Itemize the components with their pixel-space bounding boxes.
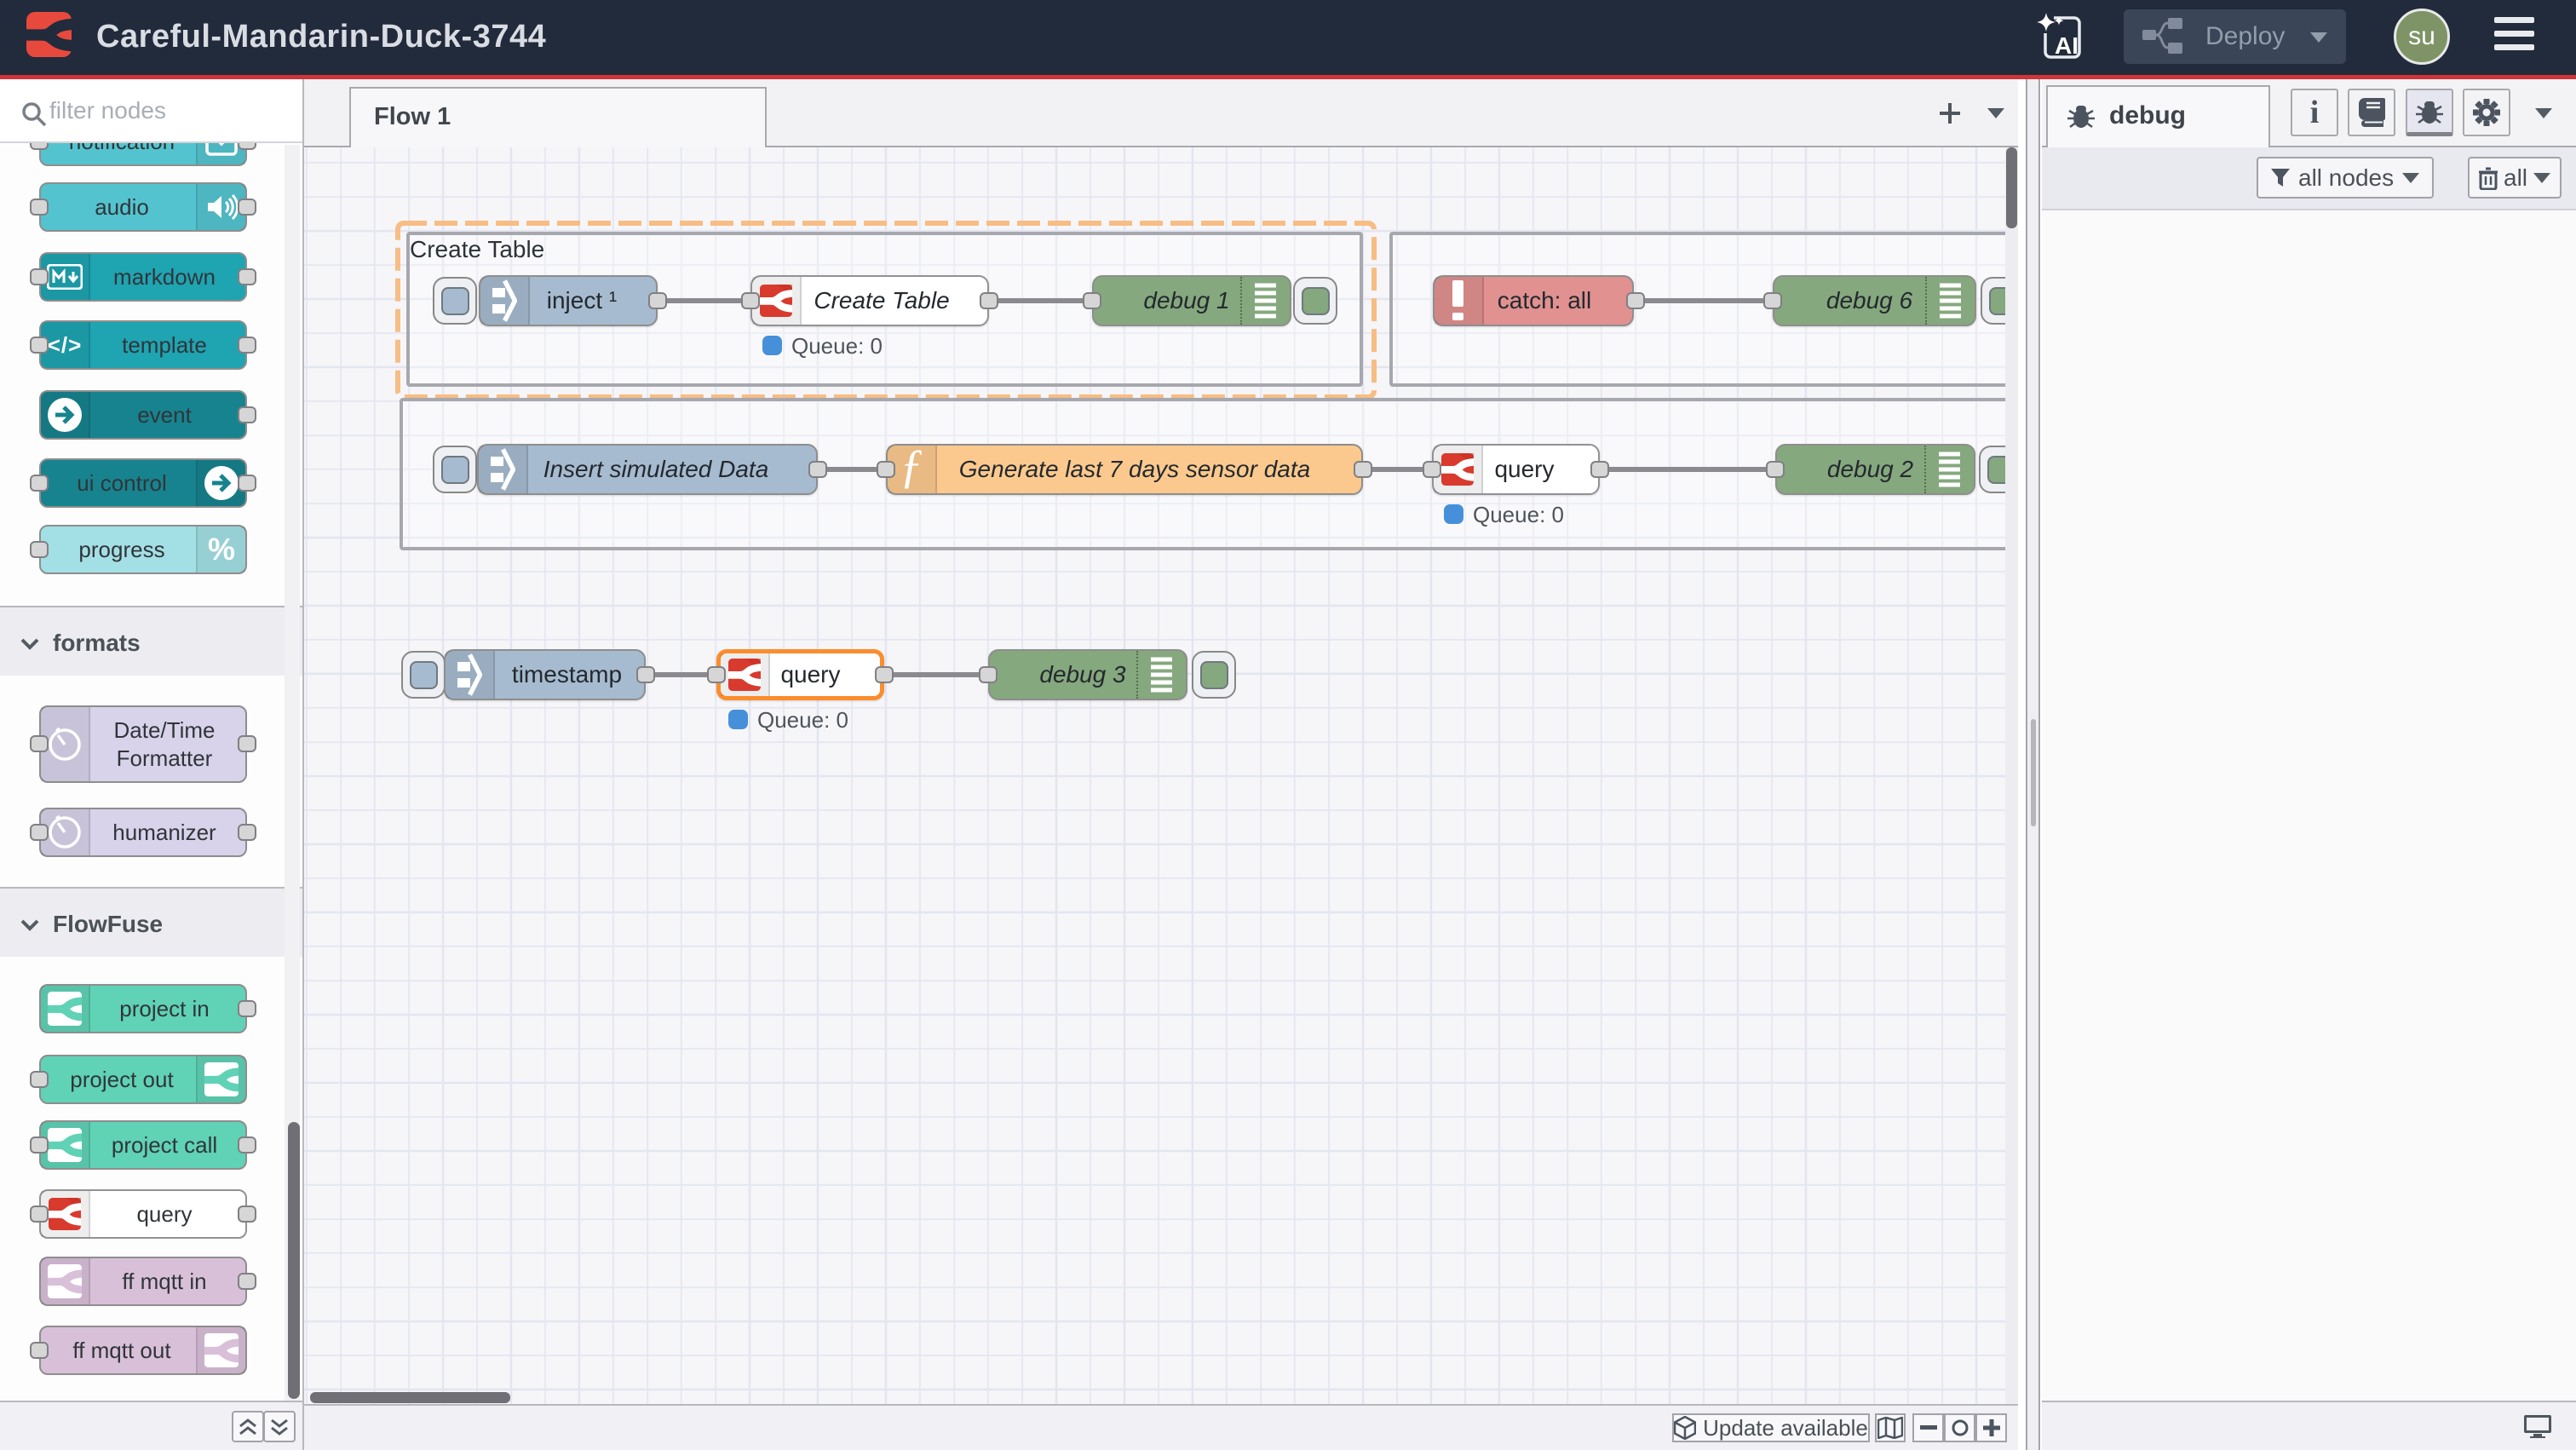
- svg-text:AI: AI: [2055, 32, 2079, 59]
